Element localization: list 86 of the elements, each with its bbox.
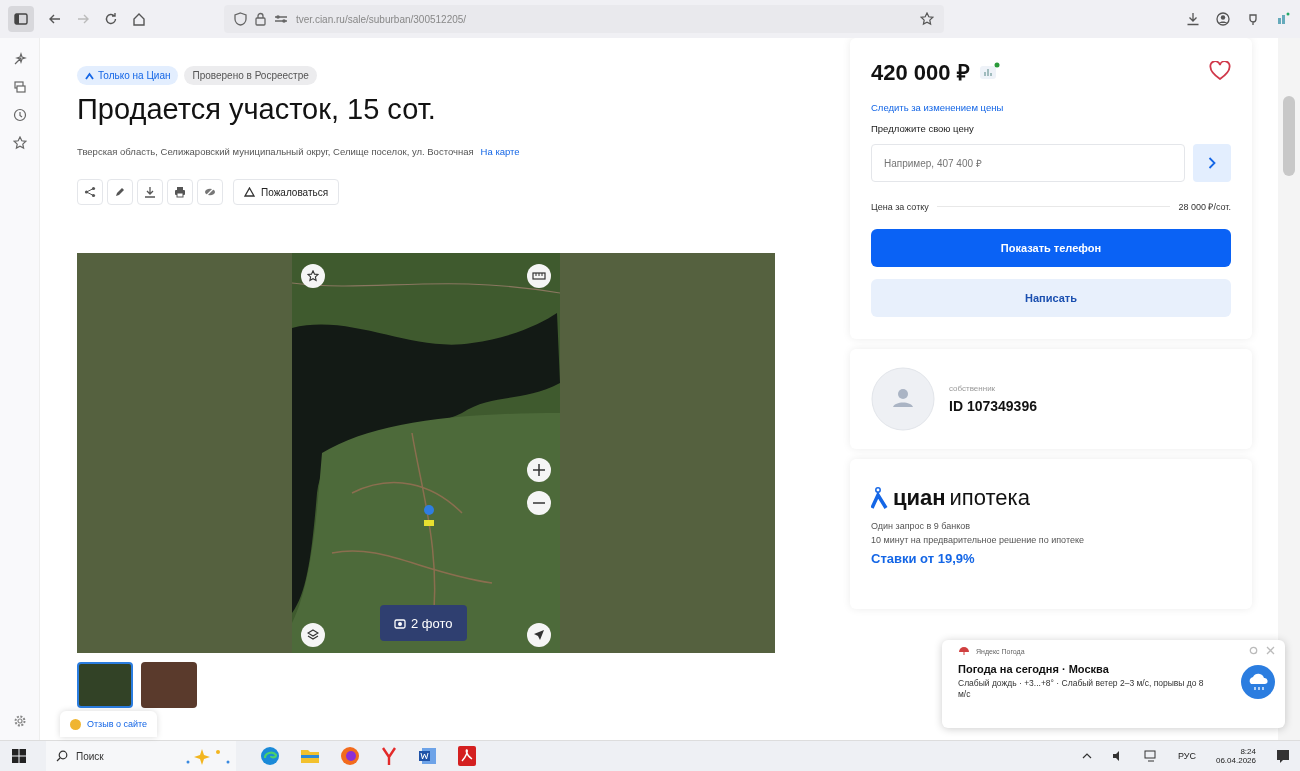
write-message-button[interactable]: Написать xyxy=(871,279,1231,317)
hide-button[interactable] xyxy=(197,179,223,205)
network-icon[interactable] xyxy=(1143,750,1158,762)
sidebar-toggle-icon[interactable] xyxy=(8,6,34,32)
word-icon[interactable] xyxy=(418,746,438,766)
offer-label: Предложите свою цену xyxy=(871,123,975,134)
notification-text: Слабый дождь · +3...+8° · Слабый ветер 2–3 м/с, порывы до 8 м/с xyxy=(958,678,1205,701)
rates-link[interactable]: Ставки от 19,9% xyxy=(871,551,1231,566)
download-button[interactable] xyxy=(137,179,163,205)
notification-title: Погода на сегодня · Москва xyxy=(958,663,1110,675)
scrollbar-thumb[interactable] xyxy=(1283,96,1295,176)
pdf-reader-icon[interactable] xyxy=(458,746,476,766)
ruler-icon xyxy=(532,272,546,280)
price-text: 420 000 ₽ xyxy=(871,59,970,86)
taskbar-search-field[interactable]: Поиск xyxy=(46,740,236,771)
edit-button[interactable] xyxy=(107,179,133,205)
printer-icon xyxy=(174,186,186,198)
watch-price-link[interactable]: Следить за изменением цены xyxy=(871,102,1231,113)
show-phone-button[interactable]: Показать телефон xyxy=(871,229,1231,267)
download-icon[interactable] xyxy=(1186,12,1200,26)
plus-icon xyxy=(532,463,546,477)
warning-icon xyxy=(244,187,255,197)
address-text: Тверская область, Селижаровский муниципальный округ, Селище поселок, ул. Восточная xyxy=(77,146,474,157)
price-chart-icon[interactable] xyxy=(977,62,1000,80)
price-per-unit-value: 28 000 ₽/сот. xyxy=(1178,201,1231,213)
cloud-rain-icon xyxy=(1241,665,1275,699)
mortgage-text: Один запрос в 9 банков xyxy=(871,521,972,531)
listing-title: Продается участок, 15 сот. xyxy=(77,93,437,126)
complain-button[interactable]: Пожаловаться xyxy=(233,179,340,205)
cian-logo-icon xyxy=(871,487,889,509)
exclusive-badge: Только на Циан xyxy=(77,66,179,85)
chevron-up-icon[interactable] xyxy=(1081,751,1092,761)
logo-brand-text: циан xyxy=(893,487,946,509)
price-per-unit-label: Цена за сотку xyxy=(871,201,929,212)
yandex-browser-icon[interactable] xyxy=(380,746,398,766)
tabs-icon[interactable] xyxy=(12,80,27,94)
caret-up-icon xyxy=(85,71,94,80)
back-icon[interactable] xyxy=(48,12,62,26)
owner-id: ID 107349396 xyxy=(949,398,1037,414)
photos-button[interactable]: 2 фото xyxy=(380,605,467,641)
bookmark-star-icon[interactable] xyxy=(920,12,934,26)
photo-thumbnail[interactable] xyxy=(77,662,133,708)
dot-icon xyxy=(70,718,81,730)
share-button[interactable] xyxy=(77,179,103,205)
avatar-icon xyxy=(871,367,935,431)
chevron-right-icon xyxy=(1208,157,1216,169)
shield-icon xyxy=(234,12,247,26)
eye-off-icon xyxy=(204,186,216,198)
location-arrow-icon xyxy=(533,629,545,641)
print-button[interactable] xyxy=(167,179,193,205)
pencil-icon xyxy=(114,186,126,198)
edge-browser-icon[interactable] xyxy=(260,746,280,766)
folder-icon[interactable] xyxy=(300,747,320,765)
favorite-heart-icon[interactable] xyxy=(1209,61,1231,81)
mortgage-text: 10 минут на предварительное решение по ипотеке xyxy=(871,535,1085,545)
history-icon[interactable] xyxy=(12,108,27,122)
camera-icon xyxy=(394,617,406,629)
permissions-icon xyxy=(274,13,288,25)
reload-icon[interactable] xyxy=(104,12,118,26)
address-bar[interactable]: tver.cian.ru/sale/suburban/300512205/ xyxy=(224,5,944,33)
feedback-button[interactable]: Отзыв о сайте xyxy=(60,711,158,737)
share-icon xyxy=(84,186,96,198)
map-link[interactable]: На карте xyxy=(480,146,520,157)
search-icon xyxy=(56,750,68,762)
lock-icon xyxy=(255,12,266,26)
owner-role: собственник xyxy=(949,384,997,393)
star-icon xyxy=(307,270,319,282)
layers-icon xyxy=(307,629,319,641)
bookmarks-star-icon[interactable] xyxy=(12,136,27,150)
verified-badge: Проверено в Росреестре xyxy=(184,66,317,85)
download-icon xyxy=(144,186,156,198)
home-icon[interactable] xyxy=(132,12,146,26)
scrollbar[interactable] xyxy=(1278,38,1300,740)
notifications-icon[interactable] xyxy=(1276,749,1290,763)
firefox-icon[interactable] xyxy=(340,746,360,766)
url-text: tver.cian.ru/sale/suburban/300512205/ xyxy=(296,13,468,25)
windows-start-icon[interactable] xyxy=(12,749,26,763)
language-indicator[interactable]: РУС xyxy=(1177,751,1196,761)
clock-time: 8:24 xyxy=(1240,747,1256,756)
logo-suffix-text: ипотека xyxy=(949,487,1030,509)
umbrella-icon xyxy=(958,646,970,656)
account-icon[interactable] xyxy=(1216,12,1230,26)
offer-price-field[interactable]: Например, 407 400 ₽ xyxy=(871,144,1185,182)
clock-date: 06.04.2026 xyxy=(1215,756,1256,765)
photo-thumbnail[interactable] xyxy=(141,662,197,708)
taskbar-search-text: Поиск xyxy=(76,750,104,762)
